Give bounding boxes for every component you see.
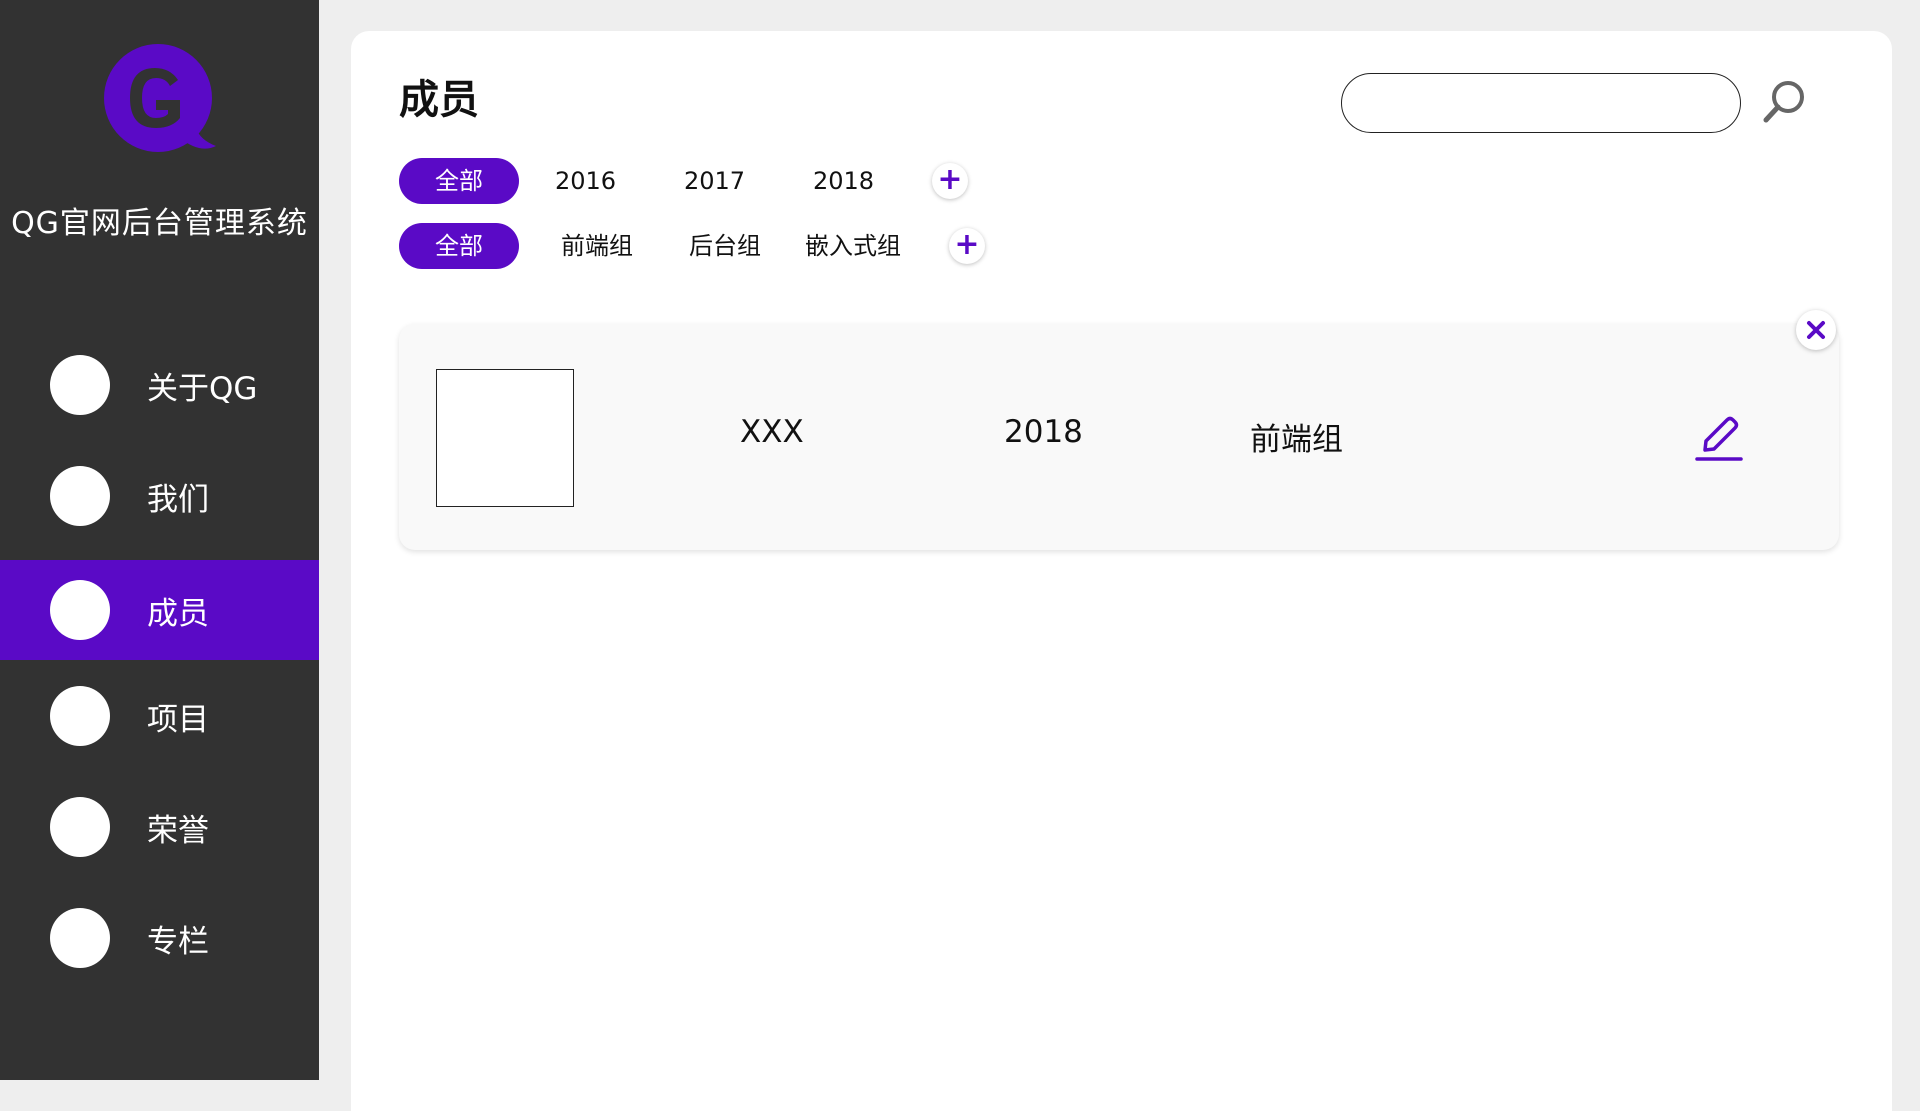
sidebar-item-label: 荣誉	[147, 812, 209, 849]
member-group: 前端组	[1250, 422, 1343, 458]
sidebar-item-projects[interactable]: 项目	[0, 666, 319, 766]
page-title: 成员	[399, 77, 479, 123]
sidebar-item-label: 专栏	[147, 923, 209, 960]
member-avatar	[436, 369, 574, 507]
circle-icon	[50, 580, 110, 640]
sidebar-item-honors[interactable]: 荣誉	[0, 777, 319, 877]
search-icon[interactable]	[1759, 77, 1809, 127]
member-name: XXX	[740, 414, 804, 450]
group-filter-chip[interactable]: 后台组	[689, 223, 761, 269]
search-input[interactable]	[1341, 73, 1741, 133]
sidebar: QG官网后台管理系统 关于QG 我们 成员 项目 荣誉 专栏	[0, 0, 319, 1080]
sidebar-item-label: 我们	[147, 481, 209, 518]
year-filter-chip[interactable]: 2016	[555, 158, 616, 204]
member-year: 2018	[1004, 414, 1083, 450]
sidebar-item-label: 项目	[147, 701, 209, 738]
main-panel: 成员 全部 2016 2017 2018 + 全部 前端组 后台组 嵌入式组 +…	[351, 31, 1892, 1111]
add-year-button[interactable]: +	[932, 163, 968, 199]
year-filter-chip[interactable]: 2017	[684, 158, 745, 204]
circle-icon	[50, 797, 110, 857]
circle-icon	[50, 686, 110, 746]
circle-icon	[50, 466, 110, 526]
sidebar-item-label: 关于QG	[147, 370, 258, 407]
year-filter-all[interactable]: 全部	[399, 158, 519, 204]
sidebar-item-us[interactable]: 我们	[0, 446, 319, 546]
sidebar-item-about[interactable]: 关于QG	[0, 335, 319, 435]
group-filter-all[interactable]: 全部	[399, 223, 519, 269]
member-card: XXX 2018 前端组	[399, 324, 1839, 550]
edit-icon[interactable]	[1693, 412, 1745, 464]
year-filter-chip[interactable]: 2018	[813, 158, 874, 204]
app-title: QG官网后台管理系统	[11, 206, 308, 241]
qg-logo-icon	[104, 44, 216, 152]
close-icon	[1807, 321, 1825, 339]
sidebar-item-label: 成员	[147, 595, 209, 632]
group-filter-chip[interactable]: 前端组	[561, 223, 633, 269]
delete-member-button[interactable]	[1796, 310, 1836, 350]
sidebar-item-columns[interactable]: 专栏	[0, 888, 319, 988]
circle-icon	[50, 355, 110, 415]
sidebar-item-members[interactable]: 成员	[0, 560, 319, 660]
group-filter-chip[interactable]: 嵌入式组	[805, 223, 901, 269]
add-group-button[interactable]: +	[949, 228, 985, 264]
circle-icon	[50, 908, 110, 968]
